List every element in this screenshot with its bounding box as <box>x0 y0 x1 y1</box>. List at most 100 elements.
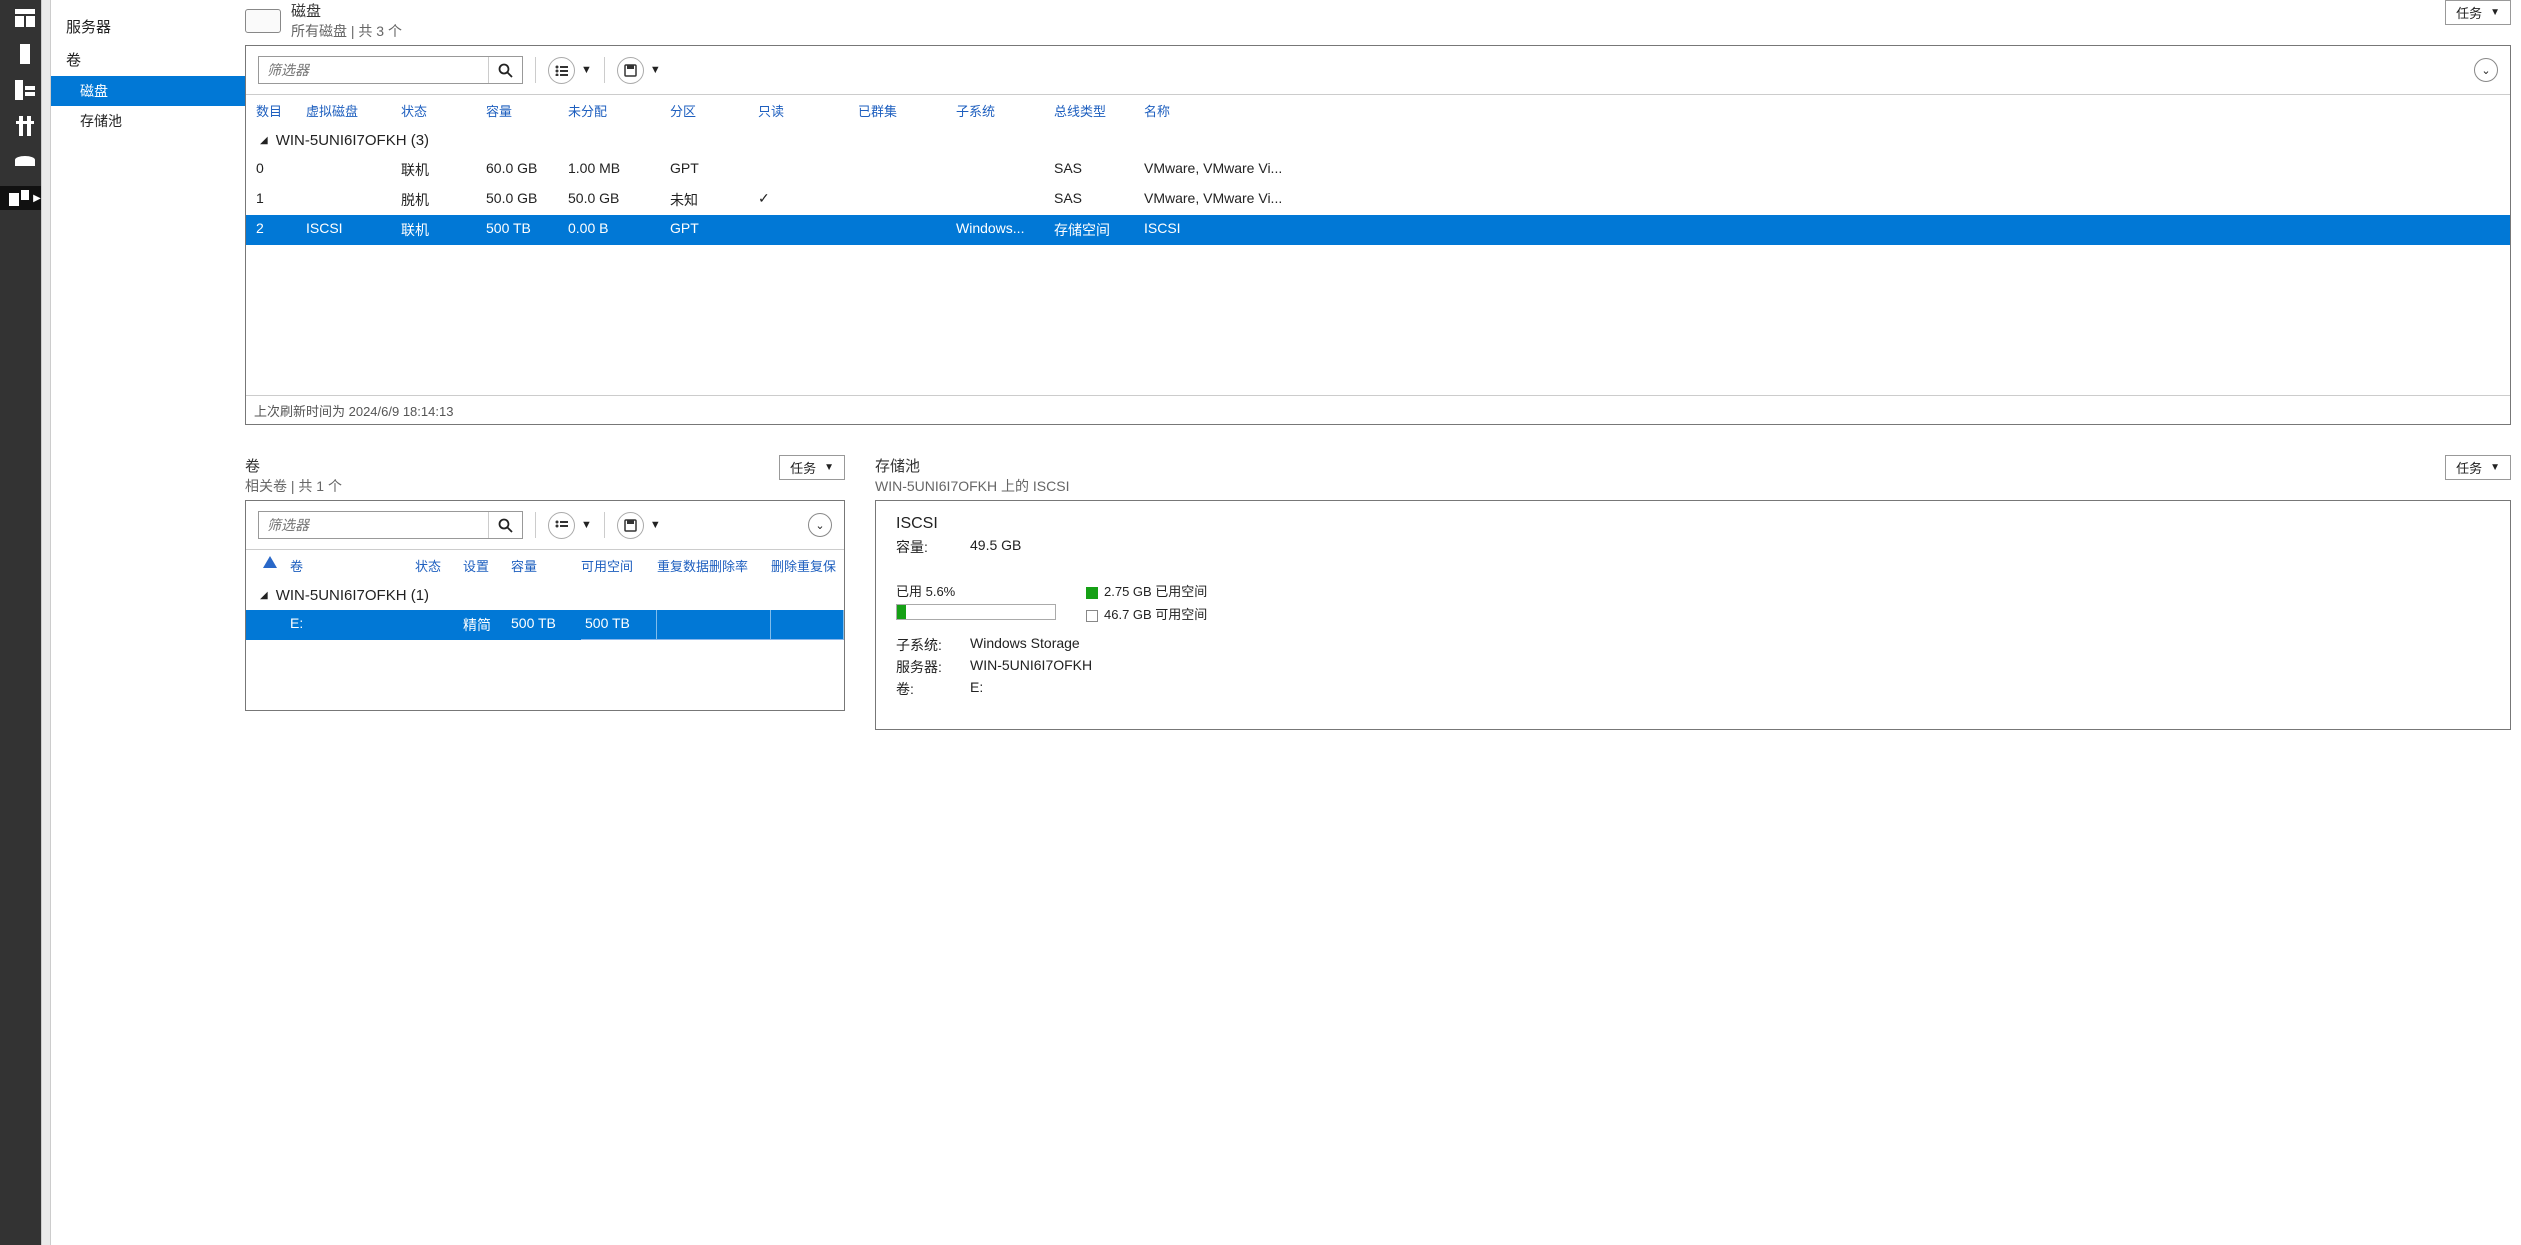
pool-subsys-v: Windows Storage <box>970 635 1080 655</box>
pool-tasks-button[interactable]: 任务 ▼ <box>2445 455 2511 480</box>
volumes-title: 卷 <box>245 455 342 476</box>
rail-local-server-icon[interactable] <box>11 42 39 66</box>
cell-cap: 60.0 GB <box>486 160 568 180</box>
col-subsys[interactable]: 子系统 <box>956 101 1054 120</box>
chevron-down-icon[interactable]: ▼ <box>581 519 592 531</box>
rail-tools-icon[interactable] <box>11 114 39 138</box>
col-dedup[interactable]: 重复数据删除率 <box>657 556 771 575</box>
table-row[interactable]: 1脱机50.0 GB50.0 GB未知✓SASVMware, VMware Vi… <box>246 185 2510 215</box>
cell-num: 1 <box>256 190 306 210</box>
pool-used-label: 已用 5.6% <box>896 581 1056 600</box>
disks-filter <box>258 56 523 84</box>
nav-volumes[interactable]: 卷 <box>50 43 245 76</box>
volumes-group-row[interactable]: ◢ WIN-5UNI6I7OFKH (1) <box>246 581 844 610</box>
col-part[interactable]: 分区 <box>670 101 758 120</box>
cell-bus: 存储空间 <box>1054 220 1144 240</box>
save-query-button[interactable] <box>617 57 644 84</box>
cell-ro: ✓ <box>758 190 858 210</box>
cell-state <box>415 610 463 640</box>
expand-button[interactable]: ⌄ <box>2474 58 2498 82</box>
cell-num: 2 <box>256 220 306 240</box>
save-query-button[interactable] <box>617 512 644 539</box>
cell-unalloc: 1.00 MB <box>568 160 670 180</box>
rail-fs-icon[interactable] <box>11 150 39 174</box>
left-icon-rail: ▶ <box>0 0 50 1245</box>
col-cap[interactable]: 容量 <box>511 556 581 575</box>
pool-name: ISCSI <box>896 515 2490 533</box>
volumes-panel: ▼ ▼ ⌄ 卷 状态 设置 <box>245 500 845 711</box>
col-ro[interactable]: 只读 <box>758 101 858 120</box>
chevron-down-icon: ▼ <box>824 462 834 473</box>
cell-state: 联机 <box>401 160 486 180</box>
cell-name: VMware, VMware Vi... <box>1144 190 2510 210</box>
chevron-down-icon: ▼ <box>2490 7 2500 18</box>
rail-all-servers-icon[interactable] <box>11 78 39 102</box>
chevron-down-icon[interactable]: ▼ <box>650 64 661 76</box>
disks-group-label: WIN-5UNI6I7OFKH (3) <box>276 132 429 149</box>
cell-ro <box>758 220 858 240</box>
pool-server-k: 服务器: <box>896 657 970 677</box>
col-bus[interactable]: 总线类型 <box>1054 101 1144 120</box>
col-vdisk[interactable]: 虚拟磁盘 <box>306 101 401 120</box>
chevron-down-icon[interactable]: ▼ <box>581 64 592 76</box>
volumes-tasks-label: 任务 <box>790 458 816 477</box>
search-icon[interactable] <box>488 57 522 83</box>
col-unalloc[interactable]: 未分配 <box>568 101 670 120</box>
nav-disks[interactable]: 磁盘 <box>50 76 245 106</box>
search-icon[interactable] <box>488 512 522 538</box>
cell-bus: SAS <box>1054 160 1144 180</box>
pool-used-legend: 2.75 GB 已用空间 <box>1104 584 1207 599</box>
col-state[interactable]: 状态 <box>415 556 463 575</box>
cell-warn <box>256 610 290 640</box>
table-row[interactable]: E:精简500 TB500 TB <box>246 610 844 640</box>
nav-servers[interactable]: 服务器 <box>50 10 245 43</box>
cell-dedup2 <box>771 610 844 640</box>
disks-toolbar: ▼ ▼ ⌄ <box>246 46 2510 94</box>
cell-cluster <box>858 220 956 240</box>
table-row[interactable]: 2ISCSI联机500 TB0.00 BGPTWindows...存储空间ISC… <box>246 215 2510 245</box>
disks-group-row[interactable]: ◢ WIN-5UNI6I7OFKH (3) <box>246 126 2510 155</box>
cell-part: GPT <box>670 220 758 240</box>
cell-part: 未知 <box>670 190 758 210</box>
cell-state: 脱机 <box>401 190 486 210</box>
list-view-button[interactable] <box>548 57 575 84</box>
pool-vol-k: 卷: <box>896 679 970 699</box>
col-num[interactable]: 数目 <box>256 101 306 120</box>
table-row[interactable]: 0联机60.0 GB1.00 MBGPTSASVMware, VMware Vi… <box>246 155 2510 185</box>
rail-dashboard-icon[interactable] <box>11 6 39 30</box>
disks-filter-input[interactable] <box>259 57 488 83</box>
pool-server-v: WIN-5UNI6I7OFKH <box>970 657 1092 677</box>
col-setup[interactable]: 设置 <box>463 556 511 575</box>
col-name[interactable]: 名称 <box>1144 101 2510 120</box>
cell-vdisk <box>306 190 401 210</box>
col-cap[interactable]: 容量 <box>486 101 568 120</box>
volumes-tasks-button[interactable]: 任务 ▼ <box>779 455 845 480</box>
cell-vdisk <box>306 160 401 180</box>
cell-subsys <box>956 190 1054 210</box>
cell-setup: 精简 <box>463 610 511 640</box>
nav-column: 服务器 卷 磁盘 存储池 <box>50 0 245 1245</box>
cell-unalloc: 0.00 B <box>568 220 670 240</box>
disks-tasks-label: 任务 <box>2456 3 2482 22</box>
cell-name: VMware, VMware Vi... <box>1144 160 2510 180</box>
legend-free-icon <box>1086 610 1098 622</box>
col-vol[interactable]: 卷 <box>290 556 415 575</box>
col-warn[interactable] <box>256 556 290 575</box>
warning-icon <box>263 556 277 568</box>
col-cluster[interactable]: 已群集 <box>858 101 956 120</box>
volumes-toolbar: ▼ ▼ ⌄ <box>246 501 844 549</box>
legend-used-icon <box>1086 587 1098 599</box>
collapse-arrow-icon: ◢ <box>260 590 268 601</box>
col-state[interactable]: 状态 <box>401 101 486 120</box>
disks-grid-header: 数目 虚拟磁盘 状态 容量 未分配 分区 只读 已群集 子系统 总线类型 名称 <box>246 95 2510 126</box>
nav-pools[interactable]: 存储池 <box>50 106 245 136</box>
col-free[interactable]: 可用空间 <box>581 556 657 575</box>
pool-vol-v: E: <box>970 679 983 699</box>
disks-tasks-button[interactable]: 任务 ▼ <box>2445 0 2511 25</box>
list-view-button[interactable] <box>548 512 575 539</box>
col-dedup2[interactable]: 删除重复保 <box>771 556 844 575</box>
expand-button[interactable]: ⌄ <box>808 513 832 537</box>
chevron-down-icon[interactable]: ▼ <box>650 519 661 531</box>
pool-subtitle: WIN-5UNI6I7OFKH 上的 ISCSI <box>875 476 1069 496</box>
volumes-filter-input[interactable] <box>259 512 488 538</box>
